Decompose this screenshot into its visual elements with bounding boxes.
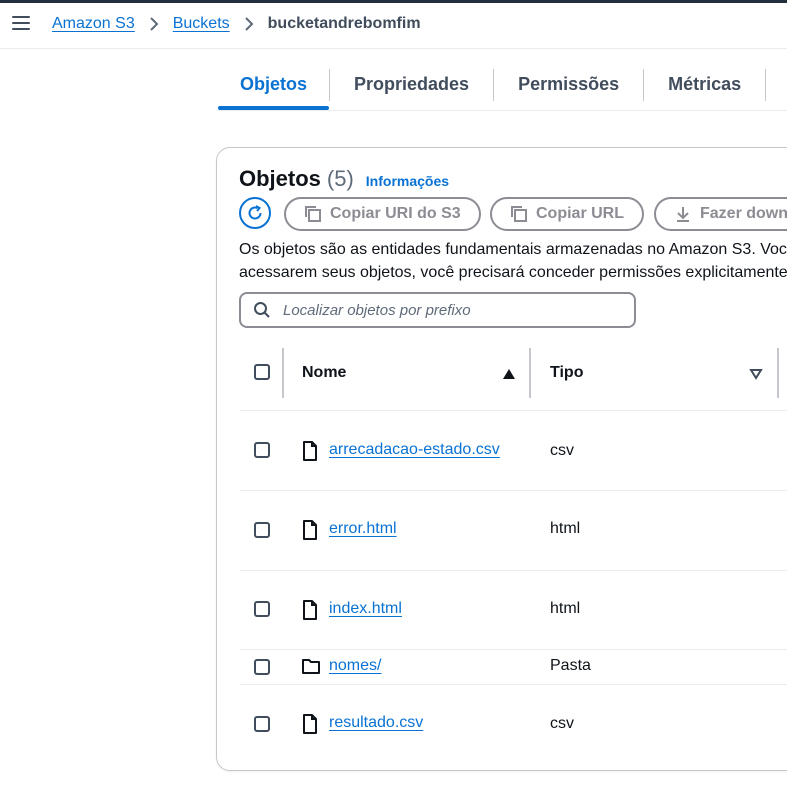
object-name-link[interactable]: error.html [329,520,397,538]
copy-icon [304,205,322,223]
chevron-right-icon [149,16,159,32]
objects-count: (5) [326,166,354,191]
select-all-checkbox[interactable] [254,364,270,380]
object-type: html [550,600,581,617]
tabs-underline [218,110,787,111]
copy-url-button[interactable]: Copiar URL [490,197,644,231]
copy-s3-uri-button[interactable]: Copiar URI do S3 [284,197,481,231]
sort-ascending-icon[interactable] [502,368,516,380]
download-icon [674,205,692,223]
description-line-1: Os objetos são as entidades fundamentais… [239,241,787,258]
tab-objetos[interactable]: Objetos [218,66,330,110]
tab-propriedades[interactable]: Propriedades [330,66,493,110]
menu-icon[interactable] [12,16,30,32]
table-row: nomes/ Pasta [240,650,787,685]
file-icon [303,441,317,461]
file-icon [303,600,317,620]
refresh-icon [248,205,262,220]
top-bar-line [0,0,787,3]
copy-url-label: Copiar URL [536,205,624,222]
breadcrumb-amazon-s3[interactable]: Amazon S3 [52,15,135,33]
row-checkbox[interactable] [254,442,270,458]
file-icon [303,520,317,540]
object-type: Pasta [550,657,591,674]
column-divider [777,348,779,398]
object-type: html [550,520,581,537]
file-icon [303,714,317,734]
folder-icon [302,659,320,674]
download-label: Fazer down [700,205,787,222]
copy-s3-uri-label: Copiar URI do S3 [330,205,461,222]
search-input[interactable] [281,300,625,320]
download-button[interactable]: Fazer down [654,197,787,231]
table-row: error.html html [240,491,787,571]
column-header-type[interactable]: Tipo [550,364,583,382]
description-line-2: acessarem seus objetos, você precisará c… [239,264,787,281]
table-row: resultado.csv csv [240,685,787,763]
row-checkbox[interactable] [254,659,270,675]
row-checkbox[interactable] [254,716,270,732]
copy-icon [510,205,528,223]
table-row: index.html html [240,571,787,650]
breadcrumb-current-bucket: bucketandrebomfim [267,15,421,32]
breadcrumb-buckets[interactable]: Buckets [173,15,230,33]
search-box [239,292,636,328]
sort-icon[interactable] [749,368,763,380]
object-name-link[interactable]: resultado.csv [329,714,423,732]
search-icon [254,302,270,318]
object-type: csv [550,442,574,459]
tab-list: Objetos Propriedades Permissões Métricas… [218,66,787,110]
row-checkbox[interactable] [254,601,270,617]
header-divider [0,48,787,49]
object-name-link[interactable]: arrecadacao-estado.csv [329,441,500,459]
objects-title: Objetos [239,166,321,191]
object-type: csv [550,715,574,732]
tab-permissoes[interactable]: Permissões [494,66,643,110]
tab-metricas[interactable]: Métricas [644,66,765,110]
tab-gerenciamento[interactable]: Ge [766,66,787,110]
objects-header: Objetos (5) Informações [239,166,449,192]
column-header-name[interactable]: Nome [302,364,346,382]
chevron-right-icon [244,16,254,32]
refresh-button[interactable] [239,197,271,229]
column-divider [529,348,531,398]
folder-name-link[interactable]: nomes/ [329,657,381,675]
objects-description: Os objetos são as entidades fundamentais… [239,238,787,284]
breadcrumb: Amazon S3 Buckets bucketandrebomfim [52,15,421,33]
row-checkbox[interactable] [254,522,270,538]
info-link[interactable]: Informações [366,173,449,189]
column-divider [282,348,284,398]
table-header: Nome Tipo [240,346,787,411]
table-row: arrecadacao-estado.csv csv [240,411,787,491]
object-name-link[interactable]: index.html [329,600,402,618]
